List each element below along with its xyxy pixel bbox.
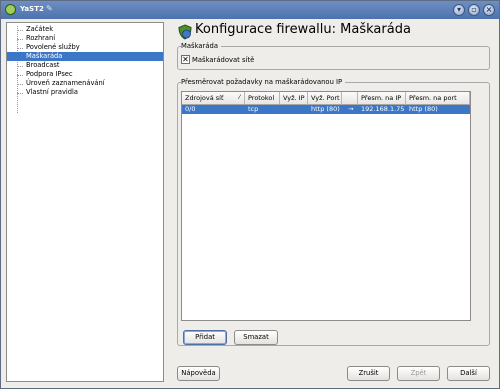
masquerade-group-title: Maškaráda <box>181 42 221 50</box>
close-icon[interactable]: × <box>483 4 495 16</box>
cell-protocol: tcp <box>248 105 259 113</box>
column-header-required-port[interactable]: Vyž. Port <box>308 92 342 105</box>
sort-icon: ⁄ <box>238 94 240 101</box>
column-header-protocol[interactable]: Protokol <box>245 92 280 105</box>
cancel-button[interactable]: Zrušit <box>347 366 390 381</box>
delete-button[interactable]: Smazat <box>234 330 278 345</box>
yast-app-icon <box>5 4 16 15</box>
column-header-redirect-port[interactable]: Přesm. na port <box>406 92 470 105</box>
sidebar-item-uroven-zaznamenavani[interactable]: Úroveň zaznamenávání <box>7 79 163 88</box>
yast-window: YaST2 ✎ ▾ ▫ × Začátek Rozhraní Povolené … <box>0 0 500 389</box>
help-button[interactable]: Nápověda <box>177 366 220 381</box>
column-header-required-ip[interactable]: Vyž. IP <box>280 92 308 105</box>
sidebar-item-zacatek[interactable]: Začátek <box>7 25 163 34</box>
sidebar-item-vlastni-pravidla[interactable]: Vlastní pravidla <box>7 88 163 97</box>
column-header-source-network[interactable]: Zdrojová síť ⁄ <box>182 92 245 105</box>
arrow-right-icon: → <box>348 105 354 113</box>
column-header-redirect-ip[interactable]: Přesm. na IP <box>358 92 406 105</box>
window-icon[interactable]: ▫ <box>468 4 480 16</box>
cell-required-ip <box>280 105 283 114</box>
sidebar-item-povolene-sluzby[interactable]: Povolené služby <box>7 43 163 52</box>
firewall-shield-icon <box>178 24 192 40</box>
add-button[interactable]: Přidat <box>183 330 227 345</box>
page-title: Konfigurace firewallu: Maškaráda <box>195 22 411 37</box>
cell-source-network: 0/0 <box>185 105 196 113</box>
sidebar-tree[interactable]: Začátek Rozhraní Povolené služby Maškará… <box>6 22 164 382</box>
cell-redirect-port: http (80) <box>409 105 438 113</box>
window-title: YaST2 <box>20 5 44 13</box>
sidebar-item-podpora-ipsec[interactable]: Podpora IPsec <box>7 70 163 79</box>
next-button[interactable]: Další <box>447 366 490 381</box>
redirect-group-title: Přesměrovat požadavky na maškarádovanou … <box>181 78 346 86</box>
title-bar[interactable]: YaST2 ✎ ▾ ▫ × <box>1 1 499 19</box>
pin-icon[interactable]: ✎ <box>46 4 56 14</box>
cell-required-port: http (80) <box>311 105 340 113</box>
sidebar-item-rozhrani[interactable]: Rozhraní <box>7 34 163 43</box>
masquerade-checkbox-label[interactable]: Maškarádovat sítě <box>192 56 254 64</box>
sidebar-item-maskarada[interactable]: Maškaráda <box>7 52 163 61</box>
sidebar-item-broadcast[interactable]: Broadcast <box>7 61 163 70</box>
column-header-arrow[interactable] <box>342 92 358 105</box>
cell-redirect-ip: 192.168.1.75 <box>361 105 405 113</box>
redirect-table[interactable]: Zdrojová síť ⁄ Protokol Vyž. IP Vyž. Por… <box>181 91 471 321</box>
chevron-down-icon[interactable]: ▾ <box>453 4 465 16</box>
masquerade-checkbox[interactable]: ✕ <box>181 55 190 64</box>
back-button[interactable]: Zpět <box>397 366 440 381</box>
